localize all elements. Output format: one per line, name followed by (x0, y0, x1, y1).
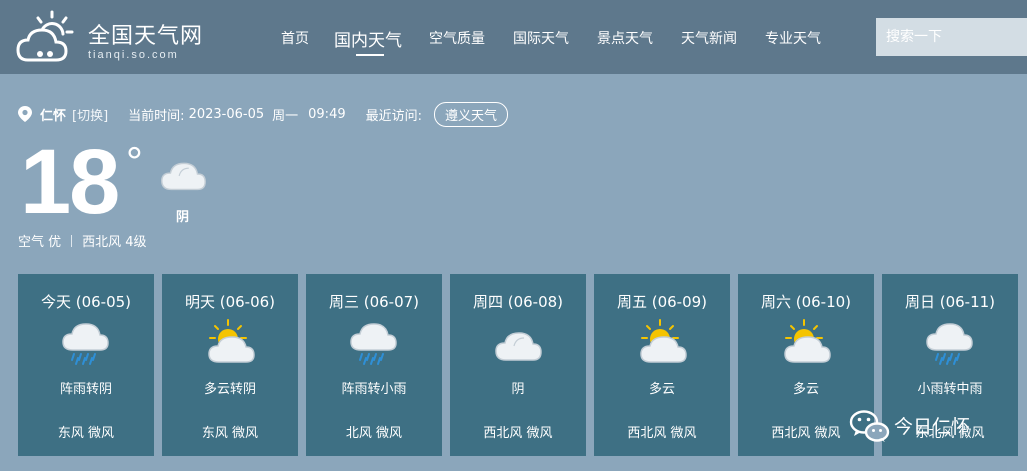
forecast-condition: 多云 (792, 382, 819, 397)
current-clock: 09:49 (308, 106, 346, 122)
current-date: 2023-06-05 (188, 106, 265, 122)
nav-air-quality[interactable]: 空气质量 (429, 28, 485, 48)
forecast-date: 周六 (06-10) (760, 293, 852, 311)
air-quality: 空气 优 (18, 235, 62, 250)
forecast-condition: 阴 (511, 382, 525, 397)
switch-city-link[interactable]: [切换] (72, 105, 108, 124)
nav-domestic-weather[interactable]: 国内天气 (334, 26, 402, 51)
forecast-condition: 阵雨转阴 (59, 382, 112, 397)
forecast-date: 周四 (06-08) (472, 293, 564, 311)
search-input[interactable] (876, 18, 1027, 56)
rain-icon (922, 318, 978, 370)
nav-pro-weather[interactable]: 专业天气 (765, 28, 821, 48)
nav-active-indicator (356, 54, 384, 56)
partly-cloudy-icon (634, 318, 690, 370)
current-temperature: 18 (20, 131, 120, 233)
rain-icon (346, 318, 402, 370)
nav-weather-news[interactable]: 天气新闻 (681, 28, 737, 48)
wechat-icon (849, 410, 890, 442)
partly-cloudy-icon (778, 318, 834, 370)
logo-title: 全国天气网 (88, 24, 204, 49)
forecast-condition: 多云转阴 (203, 382, 256, 397)
recent-visit-label: 最近访问: (365, 108, 422, 124)
nav-home[interactable]: 首页 (281, 28, 309, 48)
forecast-wind: 西北风 微风 (483, 426, 553, 441)
forecast-date: 周日 (06-11) (904, 293, 996, 311)
current-subinfo: 空气 优 西北风 4级 (18, 231, 147, 250)
current-time-label: 当前时间: (128, 108, 185, 124)
nav-international-weather[interactable]: 国际天气 (513, 28, 569, 48)
forecast-date: 周三 (06-07) (328, 293, 420, 311)
forecast-date: 周五 (06-09) (616, 293, 708, 311)
forecast-card[interactable]: 今天 (06-05) 阵雨转阴东风 微风 (18, 274, 154, 456)
current-wind: 西北风 4级 (82, 235, 147, 250)
current-weekday: 周一 (272, 108, 299, 124)
forecast-wind: 西北风 微风 (627, 426, 697, 441)
watermark-text: 今日仁怀 (894, 416, 971, 438)
current-condition: 阴 (176, 210, 190, 225)
forecast-wind: 北风 微风 (345, 426, 403, 441)
nav-scenic-weather[interactable]: 景点天气 (597, 28, 653, 48)
forecast-condition: 小雨转中雨 (917, 382, 983, 397)
forecast-wind: 东风 微风 (57, 426, 115, 441)
site-logo[interactable]: 全国天气网 tianqi.so.com (14, 8, 214, 66)
logo-domain: tianqi.so.com (88, 49, 179, 61)
location-pin-icon (18, 106, 32, 122)
wechat-watermark: 今日仁怀 (848, 406, 1023, 446)
logo-cloud-sun-icon (16, 10, 74, 62)
forecast-date: 今天 (06-05) (40, 293, 132, 311)
partly-cloudy-icon (202, 318, 258, 370)
forecast-date: 明天 (06-06) (184, 293, 276, 311)
divider (71, 234, 73, 247)
rain-icon (58, 318, 114, 370)
forecast-condition: 阵雨转小雨 (341, 382, 407, 397)
forecast-card[interactable]: 周四 (06-08) 阴西北风 微风 (450, 274, 586, 456)
cloudy-icon (156, 152, 210, 200)
forecast-card[interactable]: 明天 (06-06) 多云转阴东风 微风 (162, 274, 298, 456)
cloudy-icon (490, 318, 546, 370)
degree-symbol: ° (126, 138, 143, 185)
forecast-wind: 东风 微风 (201, 426, 259, 441)
current-city: 仁怀 (40, 108, 67, 124)
forecast-condition: 多云 (648, 382, 675, 397)
recent-city-link[interactable]: 遵义天气 (434, 101, 509, 127)
top-header: 全国天气网 tianqi.so.com 首页 国内天气 空气质量 国际天气 景点… (0, 0, 1027, 74)
forecast-card[interactable]: 周三 (06-07) 阵雨转小雨北风 微风 (306, 274, 442, 456)
forecast-card[interactable]: 周五 (06-09) 多云西北风 微风 (594, 274, 730, 456)
location-bar: 仁怀 [切换] 当前时间: 2023-06-05 周一 09:49 最近访问: … (18, 101, 509, 127)
